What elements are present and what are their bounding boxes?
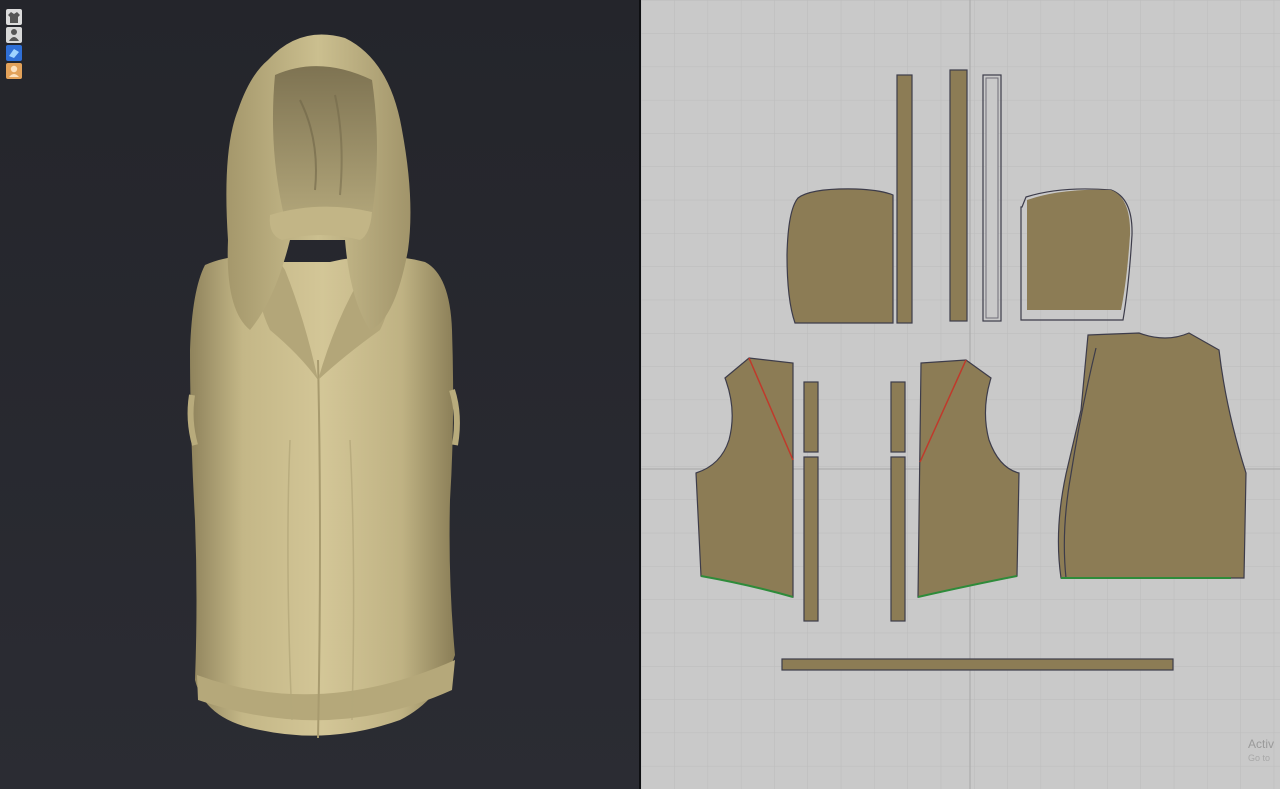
pattern-piece-hem-band[interactable] — [781, 658, 1174, 671]
activation-watermark: Activ Go to — [1248, 737, 1278, 765]
watermark-line1: Activ — [1248, 737, 1275, 751]
pattern-piece-placket-right-bottom[interactable] — [890, 456, 906, 622]
pattern-piece-hood-left[interactable] — [786, 188, 894, 324]
2d-pattern-viewport[interactable]: Activ Go to — [641, 0, 1280, 789]
pattern-canvas[interactable] — [641, 0, 1280, 789]
watermark-line2: Go to — [1248, 753, 1271, 763]
pattern-piece-placket-left-bottom[interactable] — [803, 456, 819, 622]
pattern-piece-placket-left-top[interactable] — [803, 381, 819, 453]
pattern-piece-hood-band-2[interactable] — [949, 69, 968, 322]
3d-viewport[interactable] — [0, 0, 639, 789]
pattern-piece-placket-right-top[interactable] — [890, 381, 906, 453]
pattern-piece-hood-band-1[interactable] — [896, 74, 913, 324]
pattern-piece-hood-band-3-inner — [985, 77, 999, 319]
pattern-piece-hood-right[interactable] — [1020, 188, 1133, 321]
pattern-piece-back[interactable] — [1057, 332, 1247, 579]
garment-3d-render — [187, 34, 460, 739]
